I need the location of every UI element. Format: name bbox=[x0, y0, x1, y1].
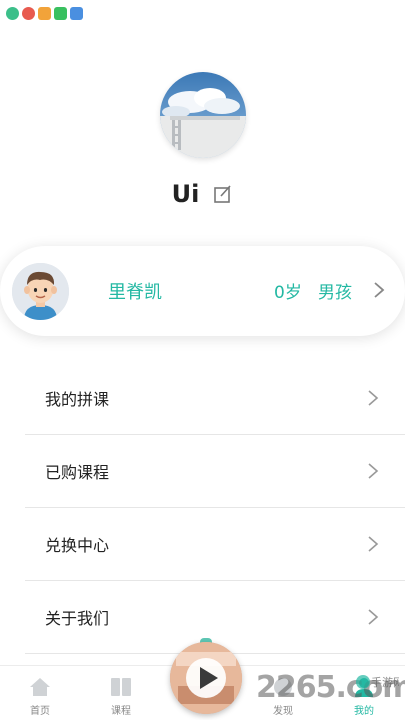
child-info-card[interactable]: 里脊凯 0岁 男孩 bbox=[0, 246, 405, 336]
menu-item-label: 关于我们 bbox=[45, 609, 110, 628]
shield-blue-icon bbox=[70, 6, 83, 20]
username-row: Ui bbox=[0, 180, 405, 208]
cloud-landscape-avatar bbox=[160, 72, 246, 158]
child-name: 里脊凯 bbox=[108, 282, 162, 303]
menu-list: 我的拼课 已购课程 兑换中心 关于我们 bbox=[25, 362, 405, 654]
boy-avatar bbox=[12, 263, 69, 320]
watermark-sub-logo: 手游网 bbox=[356, 675, 399, 689]
chevron-right-icon bbox=[368, 463, 379, 479]
username: Ui bbox=[171, 180, 200, 208]
child-age: 0岁 bbox=[274, 283, 302, 303]
tab-label: 首页 bbox=[30, 706, 50, 717]
app-green-icon bbox=[6, 6, 19, 20]
menu-item-label: 已购课程 bbox=[45, 463, 110, 482]
edit-icon[interactable] bbox=[213, 184, 233, 204]
tab-label: 课程 bbox=[111, 706, 131, 717]
menu-item-purchased-courses[interactable]: 已购课程 bbox=[25, 435, 405, 508]
play-icon bbox=[170, 642, 242, 714]
chevron-right-icon bbox=[374, 282, 385, 298]
menu-item-label: 兑换中心 bbox=[45, 536, 110, 555]
chevron-right-icon bbox=[368, 609, 379, 625]
status-bar bbox=[0, 0, 405, 26]
watermark-sub-text: 手游网 bbox=[371, 675, 399, 689]
menu-item-my-group-courses[interactable]: 我的拼课 bbox=[25, 362, 405, 435]
menu-item-label: 我的拼课 bbox=[45, 390, 110, 409]
chevron-right-icon bbox=[368, 536, 379, 552]
tab-home[interactable]: 首页 bbox=[10, 666, 70, 720]
wechat-icon bbox=[54, 6, 67, 20]
profile-avatar[interactable] bbox=[160, 72, 246, 158]
app-orange-icon bbox=[38, 6, 51, 20]
book-icon bbox=[111, 678, 131, 696]
app-red-icon bbox=[22, 6, 35, 20]
menu-item-redeem-center[interactable]: 兑换中心 bbox=[25, 508, 405, 581]
center-play-button[interactable] bbox=[170, 642, 242, 714]
child-gender: 男孩 bbox=[318, 283, 352, 303]
home-icon bbox=[30, 678, 50, 696]
tab-courses[interactable]: 课程 bbox=[91, 666, 151, 720]
chevron-right-icon bbox=[368, 390, 379, 406]
